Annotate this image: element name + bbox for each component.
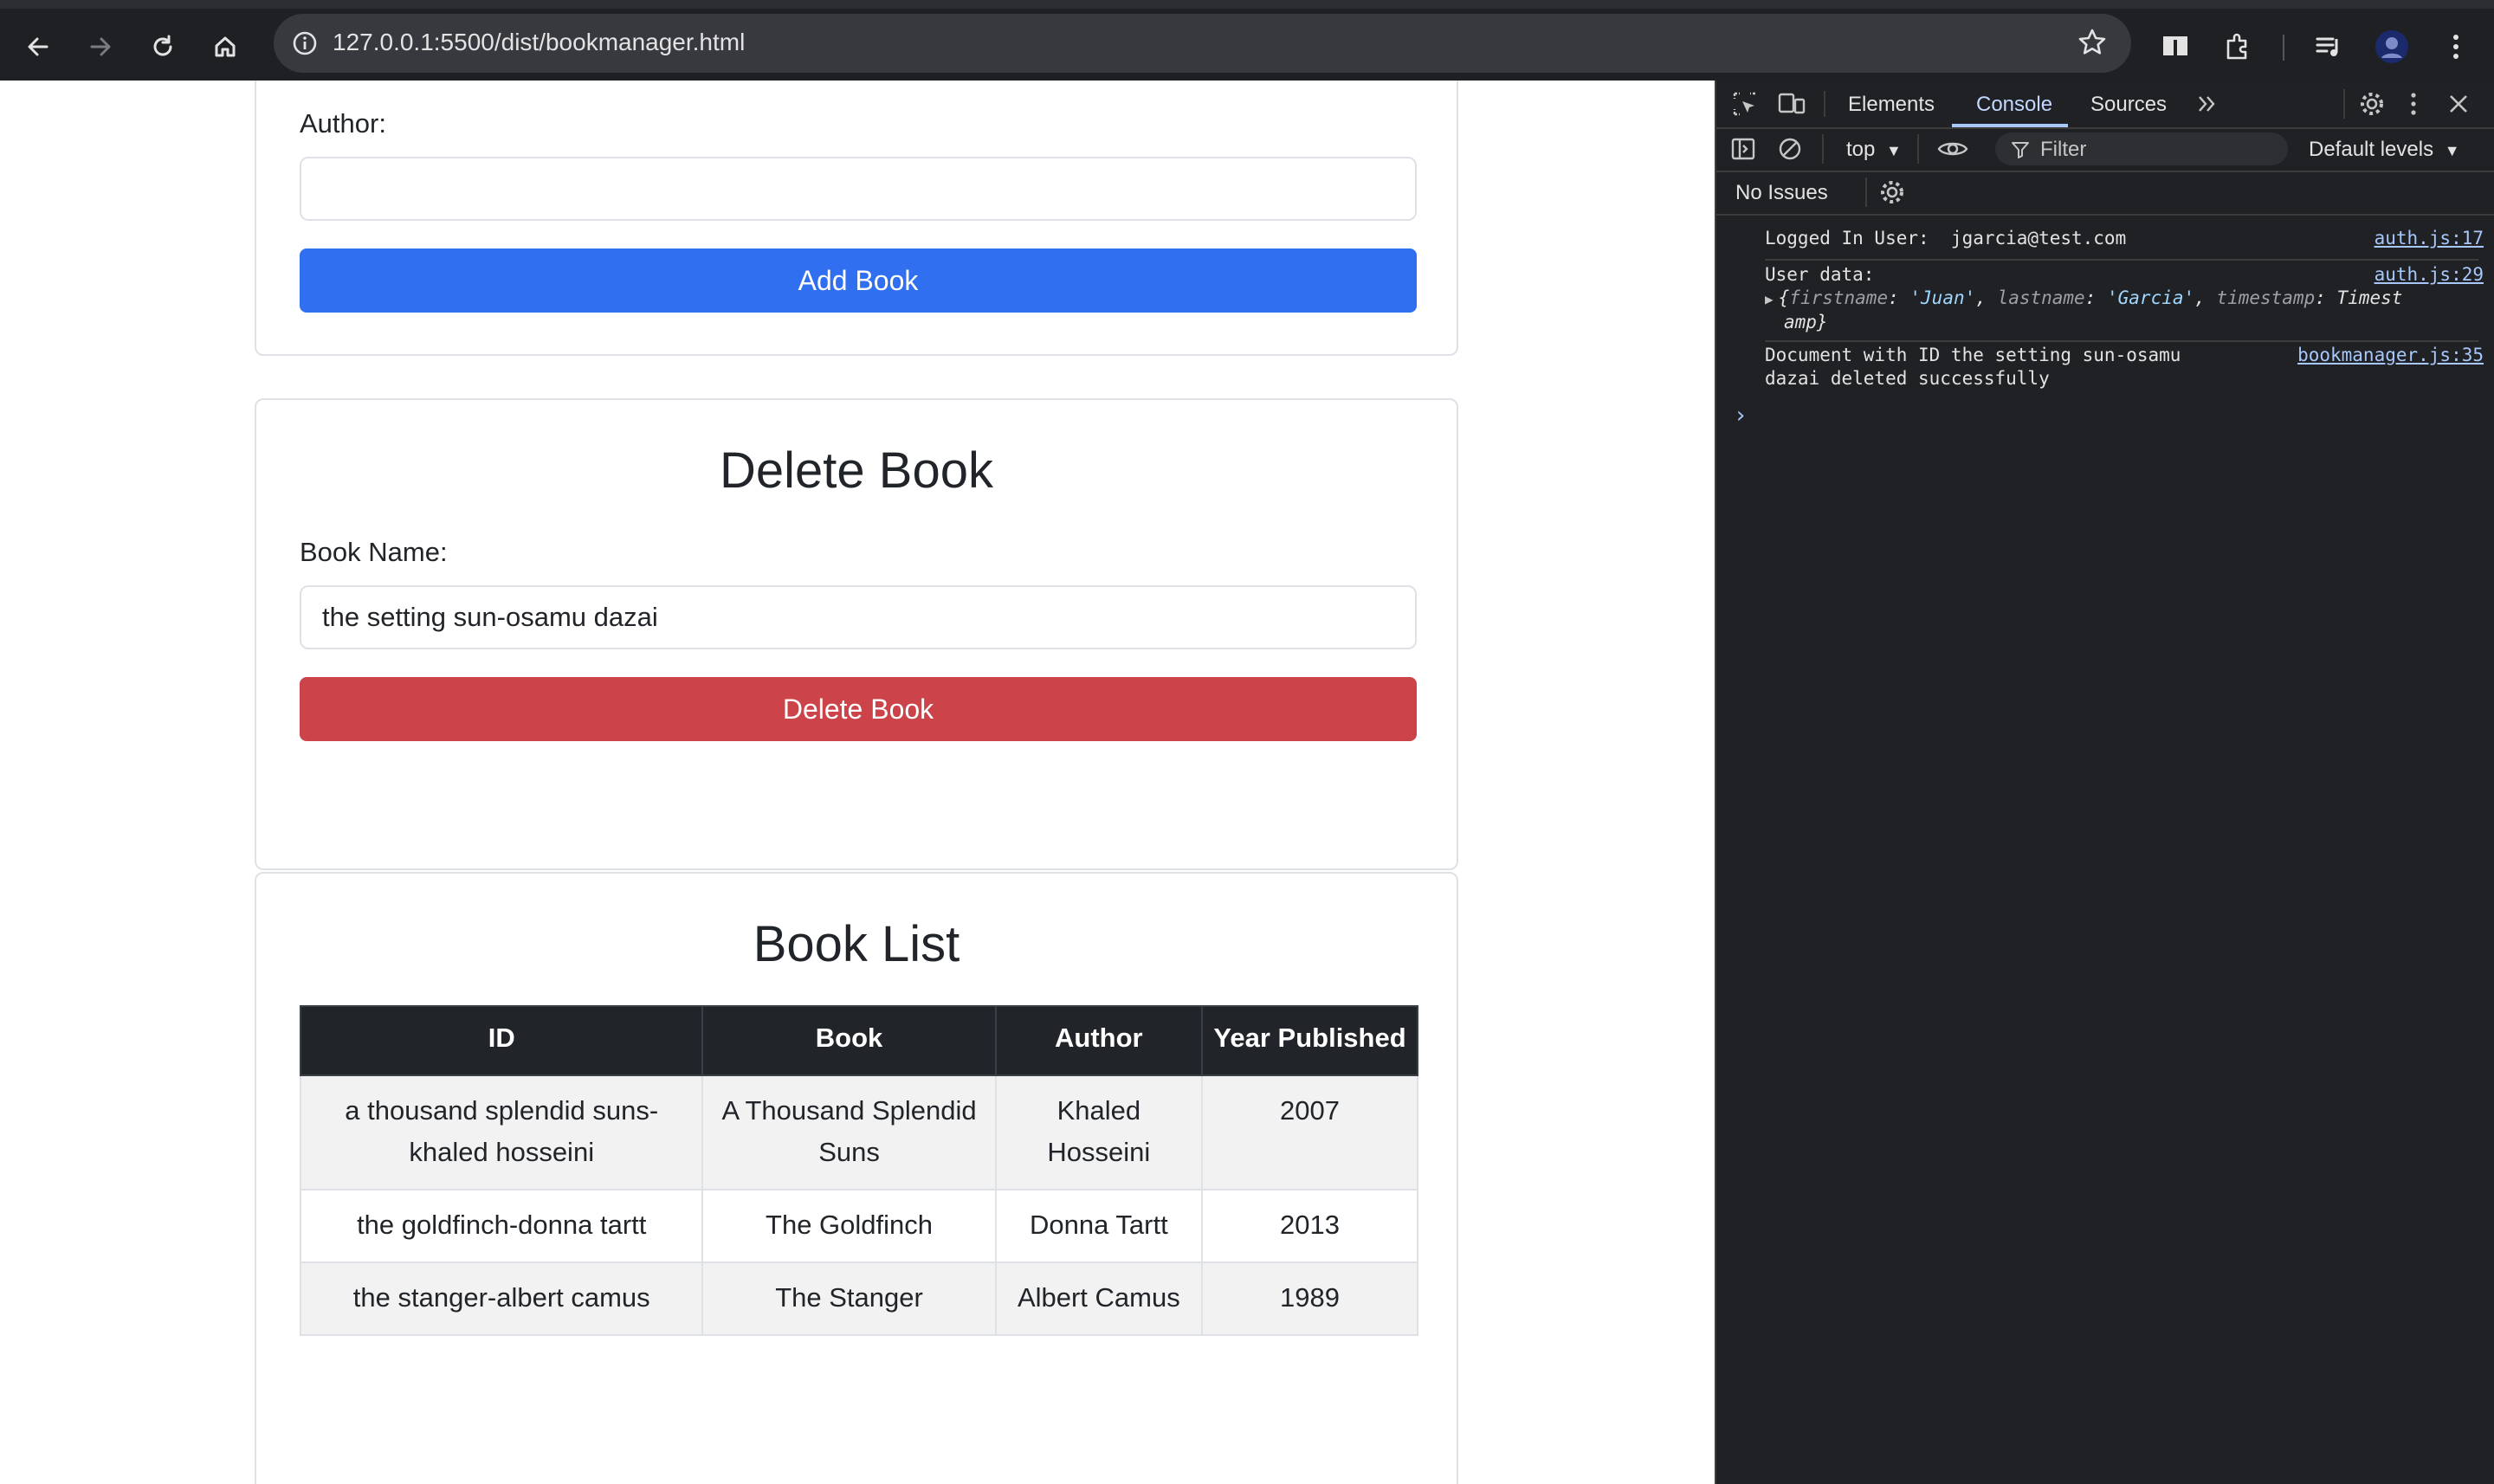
toolbar-divider (1865, 177, 1867, 207)
author-label: Author: (300, 108, 386, 139)
inspect-element-icon[interactable] (1732, 91, 1758, 117)
cell-author: Khaled Hosseini (994, 1074, 1204, 1190)
console-message-text: User data: (1765, 264, 1875, 285)
author-input[interactable] (300, 157, 1417, 221)
expand-triangle-icon[interactable]: ▶ (1765, 291, 1774, 307)
console-message: Logged In User: jgarcia@test.com auth.js… (1765, 228, 2484, 252)
tab-console[interactable]: Console (1976, 93, 2052, 117)
filter-input[interactable]: Filter (1995, 132, 2288, 165)
book-list-title: Book List (753, 916, 960, 972)
console-settings-gear-icon[interactable] (1877, 177, 1907, 207)
tab-divider (2343, 89, 2345, 119)
issues-count[interactable]: No Issues (1735, 181, 1828, 205)
console-source-link[interactable]: auth.js:29 (2374, 264, 2484, 285)
browser-toolbar: 127.0.0.1:5500/dist/bookmanager.html (0, 0, 2494, 81)
console-message-text-continued: dazai deleted successfully (1765, 368, 2050, 389)
toolbar-divider (1917, 134, 1919, 164)
reading-mode-icon[interactable] (2156, 28, 2194, 66)
cell-year: 1989 (1201, 1261, 1418, 1336)
settings-gear-icon[interactable] (2357, 89, 2387, 119)
profile-avatar-icon[interactable] (2373, 28, 2411, 66)
chevron-down-icon: ▼ (1886, 142, 1902, 159)
site-info-icon[interactable] (291, 29, 319, 57)
media-queue-icon[interactable] (2310, 28, 2349, 66)
table-row: the stanger-albert camus The Stanger Alb… (299, 1261, 1418, 1336)
table-header-row: ID Book Author Year Published (299, 1005, 1418, 1076)
delete-book-button[interactable]: Delete Book (300, 677, 1417, 741)
book-list-card: Book List ID Book Author Year Published … (255, 872, 1458, 1484)
page-viewport: Author: Add Book Delete Book Book Name: … (0, 81, 1715, 1484)
book-name-label: Book Name: (300, 537, 448, 567)
cell-year: 2007 (1201, 1074, 1418, 1190)
context-selector[interactable]: top ▼ (1846, 138, 1902, 162)
console-prompt[interactable]: › (1734, 403, 1748, 429)
console-message: User data: auth.js:29 ▶ {firstname: 'Juan… (1765, 264, 2484, 333)
devtools-menu-icon[interactable] (2409, 91, 2418, 117)
tab-elements[interactable]: Elements (1848, 93, 1935, 117)
cell-id: a thousand splendid suns-khaled hosseini (299, 1074, 704, 1190)
log-levels-label: Default levels (2309, 138, 2434, 161)
close-icon[interactable] (2446, 91, 2471, 117)
toolbar-divider (2283, 35, 2284, 61)
column-header-book: Book (701, 1005, 997, 1076)
address-bar[interactable]: 127.0.0.1:5500/dist/bookmanager.html (274, 14, 2131, 73)
cell-year: 2013 (1201, 1189, 1418, 1263)
live-expression-eye-icon[interactable] (1936, 136, 1969, 162)
console-source-link[interactable]: bookmanager.js:35 (2297, 344, 2484, 367)
extensions-icon[interactable] (2219, 28, 2257, 66)
back-icon[interactable] (19, 28, 57, 66)
table-row: the goldfinch-donna tartt The Goldfinch … (299, 1189, 1418, 1263)
sidebar-toggle-icon[interactable] (1730, 136, 1756, 162)
chevron-down-icon: ▼ (2444, 142, 2460, 159)
cell-id: the goldfinch-donna tartt (299, 1189, 704, 1263)
forward-icon[interactable] (81, 28, 120, 66)
console-separator (1765, 259, 2478, 261)
console-message: Document with ID the setting sun-osamu d… (1765, 344, 2484, 396)
toolbar-divider (1822, 134, 1824, 164)
add-book-button[interactable]: Add Book (300, 248, 1417, 313)
reload-icon[interactable] (144, 28, 182, 66)
column-header-id: ID (299, 1005, 704, 1076)
cell-book: The Goldfinch (701, 1189, 997, 1263)
cell-book: The Stanger (701, 1261, 997, 1336)
devtools-tab-bar: Elements Console Sources (1716, 81, 2494, 129)
delete-book-card: Delete Book Book Name: the setting sun-o… (255, 398, 1458, 870)
tab-sources[interactable]: Sources (2090, 93, 2167, 117)
column-header-author: Author (994, 1005, 1204, 1076)
cell-book: A Thousand Splendid Suns (701, 1074, 997, 1190)
context-selector-label: top (1846, 138, 1876, 161)
table-row: a thousand splendid suns-khaled hosseini… (299, 1074, 1418, 1190)
browser-menu-icon[interactable] (2437, 28, 2475, 66)
cell-author: Albert Camus (994, 1261, 1204, 1336)
cell-id: the stanger-albert camus (299, 1261, 704, 1336)
console-source-link[interactable]: auth.js:17 (2374, 228, 2484, 248)
url-text: 127.0.0.1:5500/dist/bookmanager.html (333, 29, 746, 55)
column-header-year: Year Published (1201, 1005, 1418, 1076)
console-message-text: Document with ID the setting sun-osamu (1765, 345, 2181, 365)
add-book-card: Author: Add Book (255, 81, 1458, 356)
home-icon[interactable] (206, 28, 244, 66)
clear-console-icon[interactable] (1777, 136, 1803, 162)
delete-book-title: Delete Book (720, 442, 993, 499)
console-toolbar: top ▼ Filter Default levels ▼ (1716, 127, 2494, 172)
log-levels-dropdown[interactable]: Default levels ▼ (2309, 138, 2460, 162)
console-message-text: Logged In User: jgarcia@test.com (1765, 228, 2127, 248)
console-separator (1765, 340, 2478, 342)
more-tabs-icon[interactable] (2196, 93, 2219, 115)
device-toolbar-icon[interactable] (1777, 91, 1806, 117)
console-object-preview[interactable]: ▶ {firstname: 'Juan', lastname: 'Garcia',… (1765, 287, 2484, 334)
book-name-input[interactable]: the setting sun-osamu dazai (300, 585, 1417, 649)
filter-placeholder: Filter (2040, 138, 2087, 161)
tab-divider (1824, 91, 1825, 117)
cell-author: Donna Tartt (994, 1189, 1204, 1263)
filter-funnel-icon (2011, 140, 2030, 159)
book-table: ID Book Author Year Published a thousand… (299, 1005, 1418, 1336)
devtools-panel: Elements Console Sources top ▼ Filter De… (1715, 81, 2494, 1484)
bookmark-star-icon[interactable] (2077, 28, 2107, 57)
issues-bar: No Issues (1716, 171, 2494, 216)
